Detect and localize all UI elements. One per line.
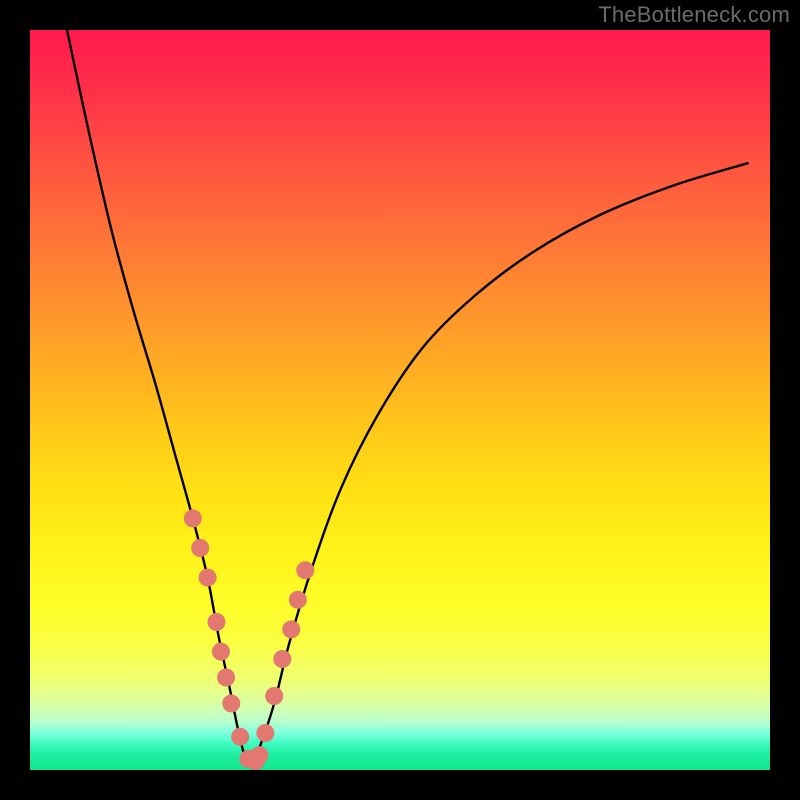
watermark-text: TheBottleneck.com [598,2,790,28]
chart-stage: TheBottleneck.com [0,0,800,800]
highlight-dot [231,728,249,746]
highlight-dot [289,591,307,609]
highlight-dot [282,620,300,638]
highlight-dot [212,643,230,661]
highlight-dot [222,694,240,712]
chart-svg [30,30,770,770]
highlight-dots [184,509,314,770]
highlight-dot [273,650,291,668]
highlight-dot [256,724,274,742]
plot-area [30,30,770,770]
highlight-dot [250,746,268,764]
highlight-dot [296,561,314,579]
highlight-dot [199,569,217,587]
bottleneck-curve [67,30,748,763]
highlight-dot [184,509,202,527]
highlight-dot [207,613,225,631]
highlight-dot [217,669,235,687]
highlight-dot [265,687,283,705]
highlight-dot [191,539,209,557]
